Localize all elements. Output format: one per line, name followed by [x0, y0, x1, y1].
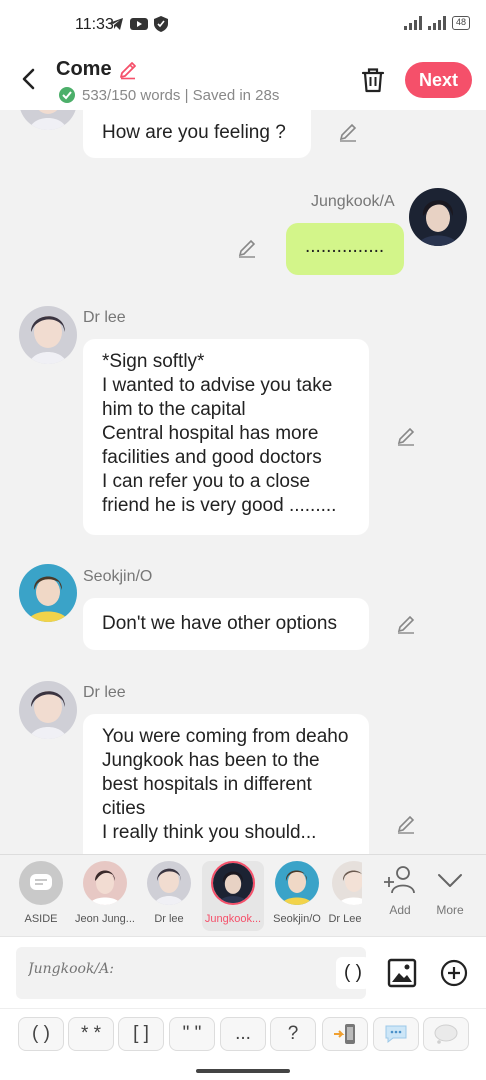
tool-message[interactable] — [373, 1017, 419, 1051]
trash-icon[interactable] — [358, 65, 388, 95]
character-avatar — [211, 861, 255, 905]
chat-area: How are you feeling ? Jungkook/A .......… — [0, 110, 486, 854]
editor-header: Come 533/150 words | Saved in 28s Next — [0, 50, 486, 110]
character-jeon-jungkook[interactable]: Jeon Jung... — [74, 861, 136, 931]
story-title-text: Come — [56, 58, 112, 80]
message-bubble[interactable]: *Sign softly* I wanted to advise you tak… — [83, 339, 369, 535]
character-label: Dr Lee — [328, 913, 362, 925]
thought-bubble-icon — [434, 1024, 458, 1044]
status-bar: 11:33 48 — [0, 0, 486, 50]
character-label: ASIDE — [24, 913, 58, 925]
tool-brackets[interactable]: [ ] — [118, 1017, 164, 1051]
add-person-icon — [384, 866, 415, 894]
avatar-seokjin[interactable] — [19, 564, 77, 622]
edit-message-icon[interactable] — [395, 813, 417, 835]
avatar-dr-lee[interactable] — [19, 681, 77, 739]
edit-message-icon[interactable] — [395, 425, 417, 447]
input-row: ( ) — [0, 936, 486, 1008]
character-label: Dr lee — [154, 913, 184, 925]
home-indicator[interactable] — [196, 1069, 290, 1073]
character-jungkook-selected[interactable]: Jungkook... — [202, 861, 264, 931]
character-label: Jungkook... — [204, 913, 262, 925]
message-bubble-mine[interactable]: ............... — [286, 223, 404, 275]
add-character-button[interactable]: Add — [375, 863, 425, 917]
tool-thought[interactable] — [423, 1017, 469, 1051]
character-dr-lee-2[interactable]: Dr Lee — [328, 861, 362, 931]
speaker-name: Jungkook/A — [311, 193, 395, 210]
signal-icon-2 — [427, 16, 446, 30]
character-picker: ASIDE Jeon Jung... Dr lee Jungkook... Se… — [0, 854, 486, 936]
formatting-toolbar: ( ) * * [ ] " " ... ? — [0, 1008, 486, 1060]
speaker-name: Dr lee — [83, 684, 126, 701]
story-title[interactable]: Come — [56, 58, 138, 81]
edit-message-icon[interactable] — [395, 613, 417, 635]
character-avatar — [83, 861, 127, 905]
avatar-dr-lee[interactable] — [19, 110, 77, 130]
aside-avatar — [19, 861, 63, 905]
avatar-dr-lee[interactable] — [19, 306, 77, 364]
tool-quotes[interactable]: " " — [169, 1017, 215, 1051]
character-label: Jeon Jung... — [75, 913, 135, 925]
message-bubble[interactable]: You were coming from deaho Jungkook has … — [83, 714, 369, 854]
avatar-jungkook[interactable] — [409, 188, 467, 246]
tool-parentheses[interactable]: ( ) — [18, 1017, 64, 1051]
message-bubble[interactable]: How are you feeling ? — [83, 110, 311, 158]
message-bubble[interactable]: Don't we have other options — [83, 598, 369, 650]
edit-message-icon[interactable] — [337, 121, 359, 143]
message-input-box[interactable]: ( ) — [16, 947, 370, 999]
battery-indicator: 48 — [451, 16, 470, 30]
character-avatar — [147, 861, 191, 905]
insert-parentheses-button[interactable]: ( ) — [336, 957, 370, 989]
signal-icon — [403, 16, 422, 30]
add-label: Add — [389, 903, 411, 917]
more-characters-button[interactable]: More — [425, 863, 475, 917]
tool-question[interactable]: ? — [270, 1017, 316, 1051]
tool-asterisks[interactable]: * * — [68, 1017, 114, 1051]
shield-icon — [154, 16, 168, 32]
tool-phone[interactable] — [322, 1017, 368, 1051]
status-app-icons — [108, 16, 168, 32]
word-count-status: 533/150 words | Saved in 28s — [58, 86, 279, 104]
character-seokjin[interactable]: Seokjin/O — [266, 861, 328, 931]
chat-bubble-icon — [30, 874, 52, 890]
character-avatar — [332, 861, 362, 905]
phone-icon — [334, 1024, 355, 1044]
tool-ellipsis[interactable]: ... — [220, 1017, 266, 1051]
message-input[interactable] — [28, 961, 308, 977]
speaker-name: Seokjin/O — [83, 568, 153, 585]
character-avatar — [275, 861, 319, 905]
more-label: More — [436, 903, 464, 917]
youtube-icon — [130, 18, 148, 30]
edit-message-icon[interactable] — [236, 237, 258, 259]
status-right: 48 — [403, 16, 470, 30]
character-aside[interactable]: ASIDE — [10, 861, 72, 931]
back-arrow-icon[interactable] — [14, 64, 44, 94]
image-icon[interactable] — [386, 957, 418, 989]
speaker-name: Dr lee — [83, 309, 126, 326]
check-circle-icon — [59, 87, 75, 103]
message-icon — [385, 1025, 407, 1044]
word-count-text: 533/150 words | Saved in 28s — [82, 86, 280, 104]
pencil-icon[interactable] — [118, 60, 138, 80]
character-label: Seokjin/O — [273, 913, 321, 925]
chevron-down-icon — [438, 874, 462, 887]
telegram-icon — [109, 18, 123, 30]
add-circle-icon[interactable] — [440, 959, 468, 987]
next-button[interactable]: Next — [405, 62, 472, 98]
character-dr-lee[interactable]: Dr lee — [138, 861, 200, 931]
